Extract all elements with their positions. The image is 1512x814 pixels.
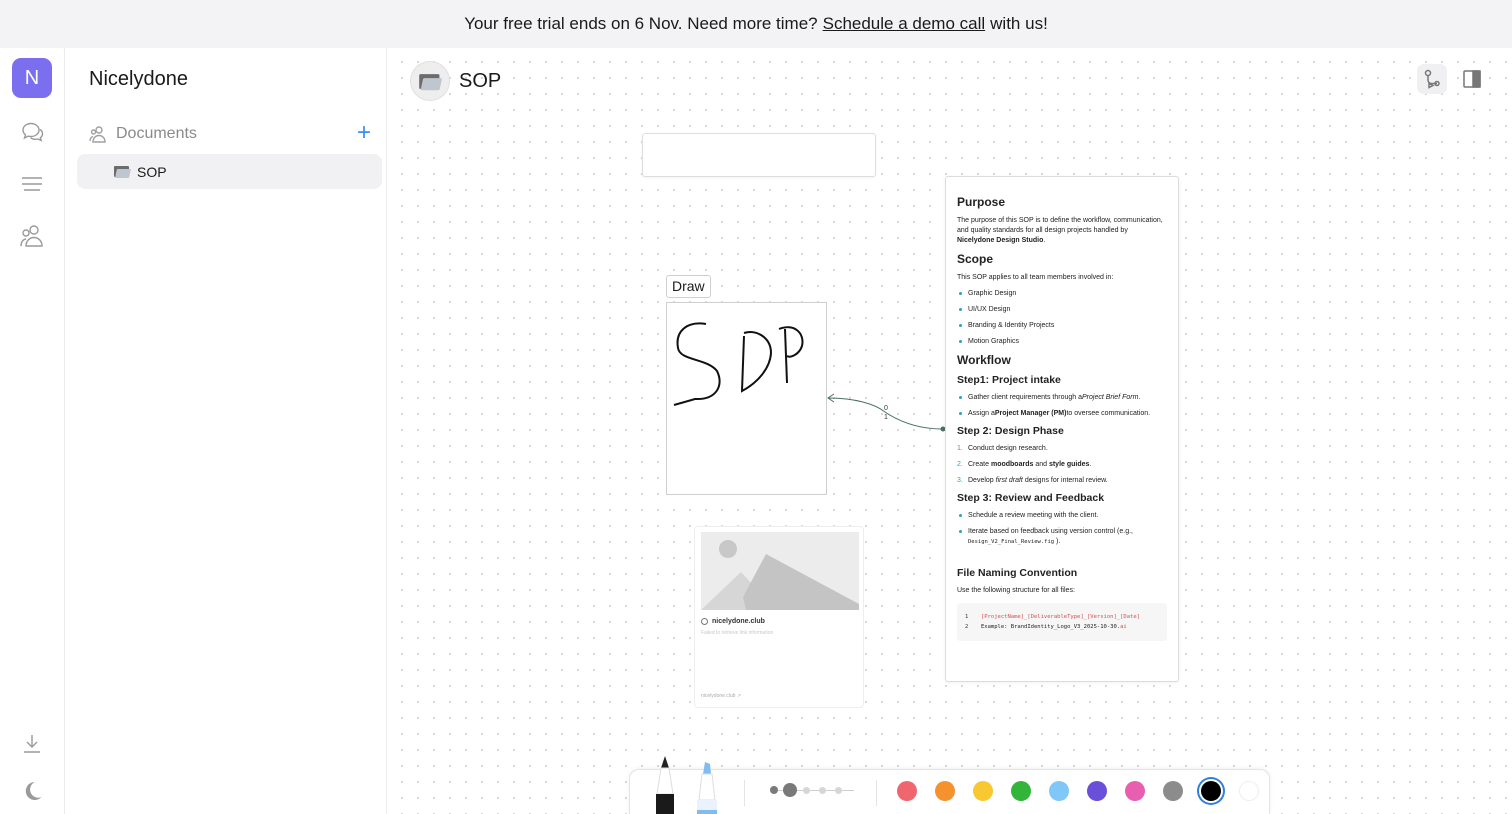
step2-list: 1. Conduct design research. 2. Create mood… [957,444,1167,486]
banner-text-end: with us! [990,14,1048,33]
step1-list: Gather client requirements through aProj… [957,393,1167,419]
color-swatch[interactable] [897,781,917,801]
add-document-button[interactable]: + [357,121,371,145]
color-swatch[interactable] [1163,781,1183,801]
step3-list: Schedule a review meeting with the clien… [957,511,1167,547]
trial-banner: Your free trial ends on 6 Nov. Need more… [0,0,1512,48]
link-footer[interactable]: nicelydone.club ↗ [701,693,741,699]
left-rail: N [0,48,65,814]
flow-toggle-button[interactable] [1417,64,1447,94]
pencil-icon[interactable] [653,756,677,814]
scope-heading: Scope [957,252,994,266]
workflow-heading: Workflow [957,353,1011,367]
step2-heading: Step 2: Design Phase [957,425,1064,437]
connector-label-1: 1 [884,414,888,421]
globe-icon [701,618,708,625]
stroke-size-option[interactable] [802,786,810,794]
color-swatch[interactable] [1087,781,1107,801]
users-icon[interactable] [18,222,46,250]
panel-toggle-button[interactable] [1457,64,1487,94]
scope-list: Graphic Design UI/UX Design Branding & I… [957,289,1167,347]
draw-toolbar [629,756,1270,814]
list-item: Motion Graphics [957,337,1167,347]
color-swatch[interactable] [1049,781,1069,801]
sidebar-panel-icon [1463,70,1481,88]
code-line-1: [ProjectName]_[DeliverableType]_[Version… [981,614,1140,620]
connector-arrow[interactable] [825,388,955,438]
handwritten-drawing [673,322,804,406]
connector-label-0: 0 [884,405,888,412]
list-item: 1. Conduct design research. [957,445,1048,452]
empty-text-card[interactable] [642,133,876,177]
folder-icon [419,72,441,90]
link-preview-card[interactable]: nicelydone.club Failed to retrieve link … [694,526,864,708]
list-item: 2. Create moodboards and style guides. [957,461,1092,468]
sidebar-item-sop[interactable]: SOP [77,154,382,189]
list-item: 3. Develop first draft designs for intern… [957,477,1108,484]
code-block[interactable]: 1 [ProjectName]_[DeliverableType]_[Versio… [957,603,1167,641]
link-site: nicelydone.club [701,618,765,625]
list-item: Schedule a review meeting with the clien… [957,511,1167,521]
color-swatch[interactable] [1239,781,1259,801]
purpose-heading: Purpose [957,195,1006,209]
menu-icon[interactable] [18,170,46,198]
workspace-avatar[interactable]: N [12,58,52,98]
folder-icon [114,165,130,178]
color-swatch[interactable] [935,781,955,801]
draw-label: Draw [666,275,711,298]
list-item: UI/UX Design [957,305,1167,315]
list-item: Iterate based on feedback using version … [957,527,1167,547]
download-icon[interactable] [18,730,46,758]
naming-text: Use the following structure for all file… [957,587,1075,594]
list-item: Gather client requirements through aProj… [957,393,1167,403]
page-header: SOP [410,61,501,101]
purpose-text: The purpose of this SOP is to define the… [957,217,1163,244]
stroke-size-option[interactable] [818,786,826,794]
drawing-frame[interactable] [666,302,827,495]
image-placeholder-icon [701,532,859,610]
documents-section[interactable]: Documents + [89,121,371,146]
color-swatch[interactable] [973,781,993,801]
naming-heading: File Naming Convention [957,567,1078,579]
canvas[interactable]: SOP Draw 0 1 nicelydone.club Failed to r… [388,48,1512,814]
chat-icon[interactable] [18,118,46,146]
step1-heading: Step1: Project intake [957,374,1061,386]
stroke-size-option[interactable] [783,783,797,797]
link-site-name: nicelydone.club [712,618,765,625]
sop-document-card[interactable]: Purpose The purpose of this SOP is to de… [945,176,1179,682]
color-swatch[interactable] [1201,781,1221,801]
link-error-text: Failed to retrieve link information [701,630,774,636]
code-line-2: Example: BrandIdentity_Logo_V3_2025-10-3… [981,624,1121,630]
step3-heading: Step 3: Review and Feedback [957,492,1105,504]
documents-label: Documents [116,125,197,142]
list-item: Graphic Design [957,289,1167,299]
moon-icon[interactable] [18,777,46,805]
stroke-size-option[interactable] [834,786,842,794]
users-icon [89,126,106,143]
schedule-demo-link[interactable]: Schedule a demo call [823,14,986,34]
marker-icon[interactable] [695,760,719,814]
workspace-name: Nicelydone [89,68,188,90]
sidebar: Nicelydone Documents + SOP [65,48,387,814]
page-title: SOP [459,69,502,92]
banner-text: Your free trial ends on 6 Nov. Need more… [464,14,818,33]
color-swatch[interactable] [1125,781,1145,801]
color-swatch[interactable] [1011,781,1031,801]
list-item: Branding & Identity Projects [957,321,1167,331]
sidebar-item-label: SOP [137,163,167,180]
stroke-size-option[interactable] [770,786,778,794]
list-item: Assign aProject Manager (PM)to oversee c… [957,409,1167,419]
page-icon[interactable] [410,61,450,101]
route-icon [1424,69,1440,89]
scope-text: This SOP applies to all team members inv… [957,274,1114,281]
